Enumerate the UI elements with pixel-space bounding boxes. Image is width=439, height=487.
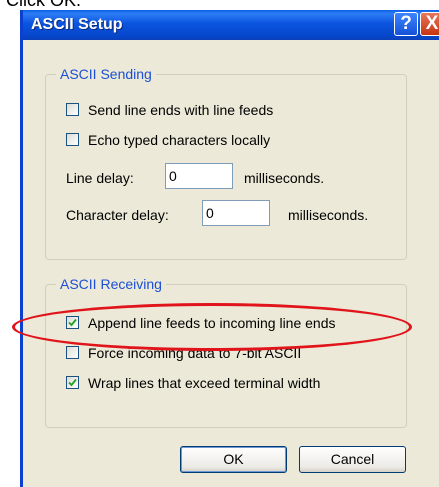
echo-locally-checkbox[interactable] [66,133,79,146]
char-delay-label: Character delay: [66,207,169,223]
help-icon: ? [400,13,412,34]
char-delay-unit: milliseconds. [288,207,369,223]
ascii-sending-group: ASCII Sending Send line ends with line f… [45,66,407,260]
help-button[interactable]: ? [394,12,418,36]
wrap-lines-checkbox[interactable] [66,376,79,389]
close-icon: X [425,13,439,34]
highlight-annotation-oval [12,303,412,351]
dialog-title: ASCII Setup [31,16,123,33]
line-delay-input[interactable] [165,163,233,189]
ascii-setup-dialog: ASCII Setup ? X ASCII Sending Send line … [20,10,439,487]
title-bar[interactable]: ASCII Setup ? X [23,10,439,40]
cancel-button[interactable]: Cancel [299,446,406,473]
close-button[interactable]: X [420,12,439,36]
ascii-sending-legend: ASCII Sending [56,66,156,83]
send-line-ends-option[interactable]: Send line ends with line feeds [66,102,366,120]
ascii-receiving-legend: ASCII Receiving [56,276,166,293]
send-line-ends-checkbox[interactable] [66,103,79,116]
char-delay-row: Character delay: milliseconds. [66,200,401,228]
force-7bit-checkbox[interactable] [66,346,79,359]
ok-button[interactable]: OK [180,446,287,473]
line-delay-label: Line delay: [66,170,134,186]
wrap-lines-option[interactable]: Wrap lines that exceed terminal width [66,375,386,393]
line-delay-row: Line delay: milliseconds. [66,163,396,191]
wrap-lines-label: Wrap lines that exceed terminal width [88,375,321,391]
echo-locally-label: Echo typed characters locally [88,132,271,148]
line-delay-unit: milliseconds. [244,170,325,186]
send-line-ends-label: Send line ends with line feeds [88,102,274,118]
echo-locally-option[interactable]: Echo typed characters locally [66,132,366,150]
char-delay-input[interactable] [202,200,270,226]
checkmark-icon [68,378,77,387]
